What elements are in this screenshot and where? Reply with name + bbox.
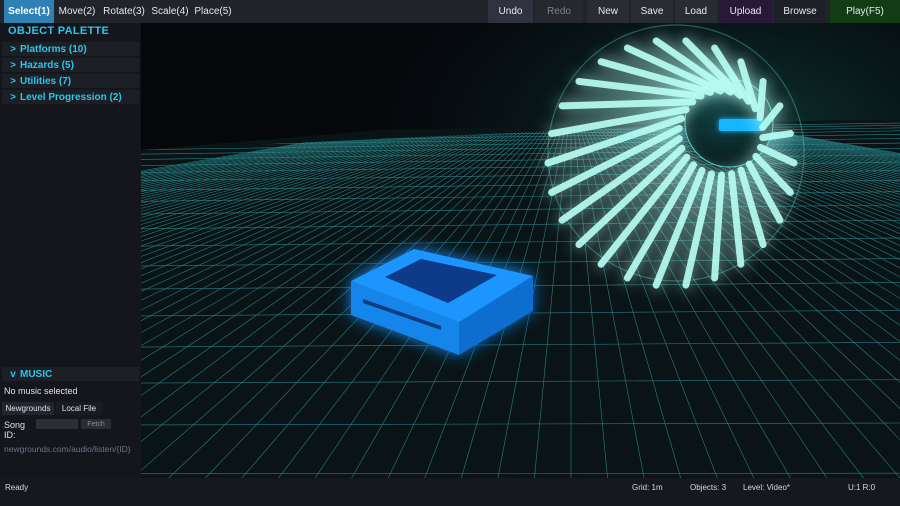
status-undo-redo: U:1 R:0 (848, 483, 876, 492)
status-bar: Ready Grid: 1m Objects: 3 Level: Video* … (0, 478, 900, 506)
category-label: Utilities (7) (20, 75, 72, 87)
tool-select-button[interactable]: Select(1) (4, 0, 54, 23)
ring-spoke (756, 77, 767, 122)
play-button[interactable]: Play(F5) (830, 0, 900, 23)
song-id-input[interactable] (36, 419, 78, 429)
tool-place-button[interactable]: Place(5) (193, 0, 233, 23)
music-title: MUSIC (20, 368, 53, 380)
ring-spoke (558, 98, 697, 110)
status-ready: Ready (5, 483, 29, 492)
chevron-right-icon: > (10, 59, 16, 71)
ring-core-light (719, 119, 763, 131)
redo-button[interactable]: Redo (535, 0, 583, 23)
fetch-button[interactable]: Fetch (81, 419, 111, 429)
music-status: No music selected (4, 386, 78, 396)
chevron-right-icon: > (10, 75, 16, 87)
ring-spoke (759, 130, 794, 142)
music-section-header[interactable]: v MUSIC (2, 367, 139, 381)
top-toolbar: Select(1) Move(2) Rotate(3) Scale(4) Pla… (0, 0, 900, 23)
undo-button[interactable]: Undo (488, 0, 533, 23)
tab-newgrounds[interactable]: Newgrounds (2, 402, 54, 415)
tool-rotate-button[interactable]: Rotate(3) (100, 0, 148, 23)
chevron-down-icon: v (10, 368, 16, 380)
browse-button[interactable]: Browse (774, 0, 826, 23)
status-objects: Objects: 3 (690, 483, 727, 492)
category-label: Level Progression (2) (20, 91, 122, 103)
tool-scale-button[interactable]: Scale(4) (149, 0, 191, 23)
tool-move-button[interactable]: Move(2) (56, 0, 98, 23)
tab-local-file[interactable]: Local File (56, 402, 102, 415)
chevron-right-icon: > (10, 43, 16, 55)
scene-canvas[interactable] (141, 23, 900, 478)
scene-viewport[interactable] (141, 23, 900, 478)
palette-category-hazards[interactable]: > Hazards (5) (2, 58, 139, 72)
category-label: Hazards (5) (20, 59, 74, 71)
left-panel: OBJECT PALETTE > Platforms (10) > Hazard… (0, 23, 141, 478)
category-label: Platforms (10) (20, 43, 87, 55)
new-button[interactable]: New (587, 0, 629, 23)
load-button[interactable]: Load (675, 0, 717, 23)
chevron-right-icon: > (10, 91, 16, 103)
palette-category-platforms[interactable]: > Platforms (10) (2, 42, 139, 56)
upload-button[interactable]: Upload (719, 0, 772, 23)
status-grid: Grid: 1m (632, 483, 663, 492)
palette-category-utilities[interactable]: > Utilities (7) (2, 74, 139, 88)
status-level: Level: Video* (743, 483, 790, 492)
save-button[interactable]: Save (631, 0, 673, 23)
url-hint: newgrounds.com/audio/listen/{ID} (4, 444, 131, 454)
song-id-label: Song ID: (4, 420, 26, 440)
palette-category-level-progression[interactable]: > Level Progression (2) (2, 90, 139, 104)
object-palette-title: OBJECT PALETTE (8, 25, 110, 37)
